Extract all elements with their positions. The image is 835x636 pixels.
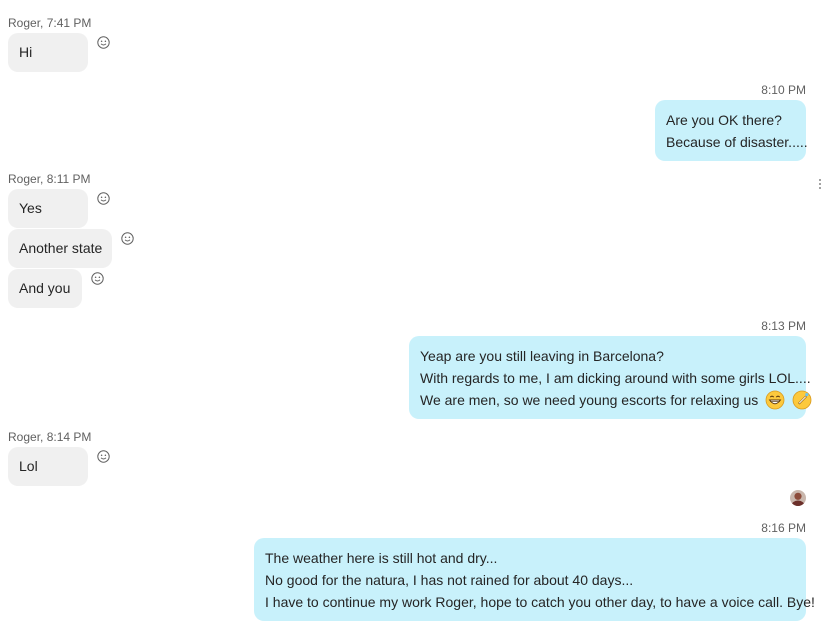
grinning-face-icon (765, 390, 785, 410)
message-text: Hi (19, 44, 33, 60)
outgoing-message-bubble[interactable]: The weather here is still hot and dry...… (254, 538, 815, 621)
outgoing-message-bubble[interactable]: Are you OK there? Because of disaster...… (655, 100, 808, 161)
smiley-reaction-icon[interactable] (121, 232, 134, 245)
message-text: Yes (19, 200, 42, 216)
smiley-reaction-icon[interactable] (97, 192, 110, 205)
message-line: Yeap are you still leaving in Barcelona? (420, 348, 664, 364)
message-time: 8:13 PM (761, 319, 806, 333)
message-line: Are you OK there? (666, 112, 782, 128)
incoming-message-bubble[interactable]: Yes (8, 189, 88, 228)
incoming-message-bubble[interactable]: Lol (8, 447, 88, 486)
read-receipt-avatar (790, 490, 806, 506)
message-time: 8:16 PM (761, 521, 806, 535)
message-text: Lol (19, 458, 38, 474)
message-time: 8:10 PM (761, 83, 806, 97)
message-line: No good for the natura, I has not rained… (265, 572, 634, 588)
more-options-icon[interactable] (818, 177, 822, 189)
message-line: With regards to me, I am dicking around … (420, 370, 811, 386)
message-text: And you (19, 280, 71, 296)
message-sender-time: Roger, 8:14 PM (8, 430, 92, 444)
message-line-with-emoji: We are men, so we need young escorts for… (420, 389, 812, 411)
message-line: Because of disaster..... (666, 134, 808, 150)
message-text: Another state (19, 240, 103, 256)
smiley-reaction-icon[interactable] (91, 272, 104, 285)
chat-window: Roger, 7:41 PM Hi 8:10 PM Are you OK the… (0, 0, 835, 636)
incoming-message-bubble[interactable]: Hi (8, 33, 88, 72)
incoming-message-bubble[interactable]: Another state (8, 229, 112, 268)
outgoing-message-bubble[interactable]: Yeap are you still leaving in Barcelona?… (409, 336, 812, 419)
message-sender-time: Roger, 7:41 PM (8, 16, 92, 30)
message-line: The weather here is still hot and dry... (265, 550, 498, 566)
sweat-smile-icon (792, 390, 812, 410)
incoming-message-bubble[interactable]: And you (8, 269, 82, 308)
message-line: We are men, so we need young escorts for… (420, 392, 759, 408)
message-line: I have to continue my work Roger, hope t… (265, 594, 815, 610)
message-sender-time: Roger, 8:11 PM (8, 172, 91, 186)
smiley-reaction-icon[interactable] (97, 450, 110, 463)
smiley-reaction-icon[interactable] (97, 36, 110, 49)
